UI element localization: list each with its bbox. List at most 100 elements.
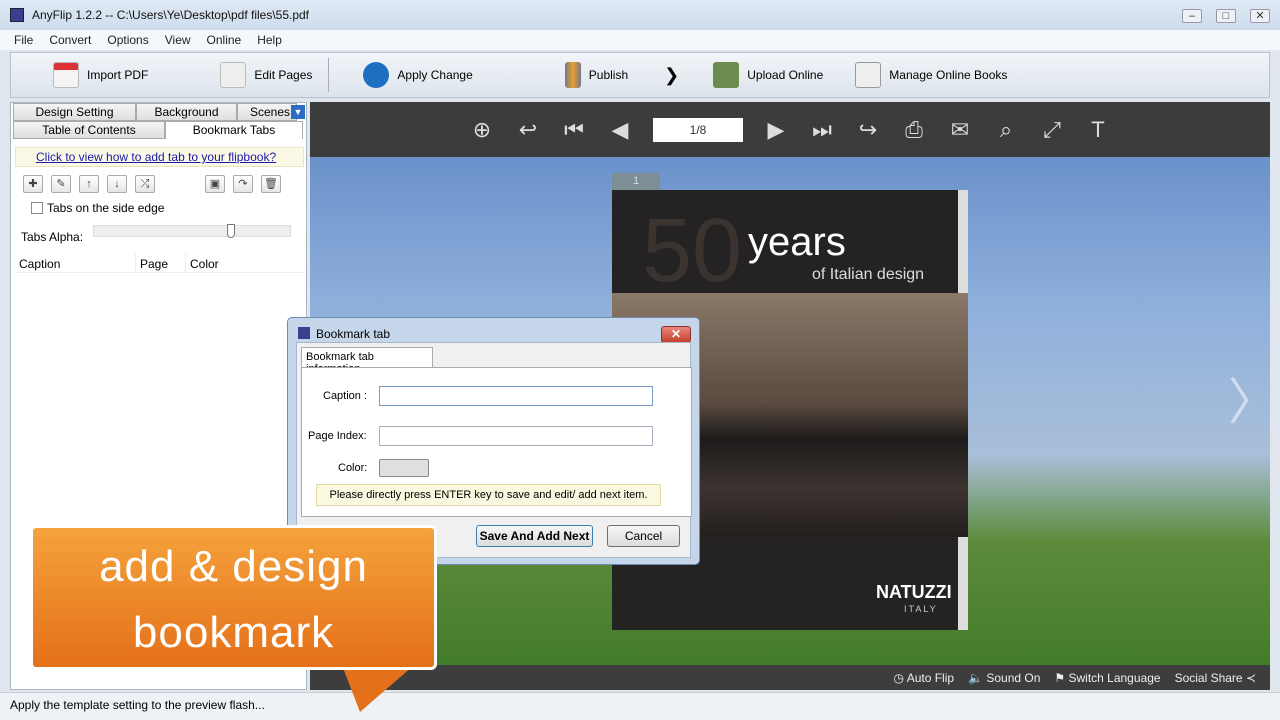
import-pdf-label: Import PDF [87, 68, 149, 82]
menu-online[interactable]: Online [207, 33, 242, 47]
divider [328, 58, 330, 92]
last-page-icon[interactable]: ⏭ [809, 117, 835, 143]
maximize-button[interactable]: □ [1216, 9, 1236, 23]
tab-design-setting[interactable]: Design Setting [13, 103, 136, 121]
pdf-icon [53, 62, 79, 88]
table-header: Caption Page Color [15, 253, 304, 273]
window-title: AnyFlip 1.2.2 -- C:\Users\Ye\Desktop\pdf… [32, 8, 310, 22]
close-button[interactable]: ✕ [1250, 9, 1270, 23]
publish-button[interactable]: Publish [549, 53, 644, 97]
dialog-app-icon [298, 327, 310, 339]
tabs-alpha-label: Tabs Alpha: [21, 230, 84, 244]
preview-bottom-bar: ◷ Auto Flip 🔈 Sound On ⚑ Switch Language… [310, 665, 1270, 690]
menu-view[interactable]: View [165, 33, 191, 47]
bookmark-page-tab[interactable]: 1 [612, 173, 660, 190]
email-icon[interactable]: ✉ [947, 117, 973, 143]
move-down-icon[interactable]: ↓ [107, 175, 127, 193]
tab-background[interactable]: Background [136, 103, 237, 121]
color-picker[interactable] [379, 459, 429, 477]
menu-options[interactable]: Options [107, 33, 148, 47]
dropdown-arrow-icon[interactable]: ▼ [291, 105, 305, 119]
manage-online-books-button[interactable]: Manage Online Books [839, 53, 1023, 97]
prev-page-icon[interactable]: ◀ [607, 117, 633, 143]
chevron-right-icon[interactable]: ❯ [664, 65, 679, 86]
text-icon[interactable]: T [1085, 117, 1111, 143]
delete-icon[interactable]: 🗑 [261, 175, 281, 193]
book-subhead: of Italian design [812, 266, 925, 283]
menu-bar: File Convert Options View Online Help [0, 30, 1280, 50]
slider-thumb[interactable] [227, 224, 235, 238]
status-bar: Apply the template setting to the previe… [0, 692, 1280, 720]
help-link[interactable]: Click to view how to add tab to your fli… [36, 150, 276, 164]
cancel-button[interactable]: Cancel [607, 525, 680, 547]
tab-bookmark-info[interactable]: Bookmark tab information [301, 347, 433, 375]
social-share-button[interactable]: Social Share ≺ [1175, 671, 1256, 685]
book-headline: years [748, 220, 846, 264]
tab-scenes[interactable]: Scenes [237, 103, 297, 121]
page-indicator[interactable]: 1/8 [653, 117, 743, 142]
menu-help[interactable]: Help [257, 33, 282, 47]
dialog-close-button[interactable]: ✕ [661, 326, 691, 343]
edit-pages-button[interactable]: Edit Pages [204, 53, 328, 97]
back-icon[interactable]: ↩ [515, 117, 541, 143]
apply-change-button[interactable]: Apply Change [347, 53, 488, 97]
publish-label: Publish [588, 68, 629, 82]
publish-icon [564, 62, 581, 88]
redo-icon[interactable]: ↷ [233, 175, 253, 193]
page-index-label: Page Index: [308, 430, 367, 442]
minimize-button[interactable]: – [1182, 9, 1202, 23]
switch-language-button[interactable]: ⚑ Switch Language [1054, 671, 1160, 685]
add-icon[interactable]: ✚ [23, 175, 43, 193]
edit-pages-label: Edit Pages [254, 68, 313, 82]
menu-convert[interactable]: Convert [49, 33, 91, 47]
upload-online-label: Upload Online [747, 68, 824, 82]
side-edge-checkbox[interactable] [31, 202, 43, 214]
book-brand-sub: ITALY [904, 604, 938, 614]
refresh-icon [363, 62, 390, 88]
upload-online-button[interactable]: Upload Online [697, 53, 839, 97]
apply-change-label: Apply Change [397, 68, 473, 82]
callout-line-2: bookmark [132, 608, 335, 657]
title-bar: AnyFlip 1.2.2 -- C:\Users\Ye\Desktop\pdf… [0, 0, 1280, 30]
move-up-icon[interactable]: ↑ [79, 175, 99, 193]
zoom-in-icon[interactable]: ⊕ [469, 117, 495, 143]
import-pdf-button[interactable]: Import PDF [11, 53, 164, 97]
auto-flip-button[interactable]: ◷ Auto Flip [894, 671, 955, 685]
sound-on-button[interactable]: 🔈 Sound On [968, 671, 1040, 685]
save-and-add-next-button[interactable]: Save And Add Next [476, 525, 593, 547]
column-color[interactable]: Color [185, 253, 235, 272]
toolbar: Import PDF Edit Pages Apply Change Publi… [10, 52, 1270, 98]
note-text: Please directly press ENTER key to save … [316, 484, 661, 506]
preview-toolbar: ⊕ ↩ ⏮ ◀ 1/8 ▶ ⏭ ↪ ⎙ ✉ ⌕ ⤢ T [310, 102, 1270, 157]
fullscreen-icon[interactable]: ⤢ [1039, 117, 1065, 143]
next-page-icon[interactable]: ▶ [763, 117, 789, 143]
forward-icon[interactable]: ↪ [855, 117, 881, 143]
edit-icon[interactable]: ✎ [51, 175, 71, 193]
search-icon[interactable]: ⌕ [993, 117, 1019, 143]
tabs-alpha-slider[interactable] [93, 224, 291, 238]
hint-bar: Click to view how to add tab to your fli… [15, 147, 304, 167]
callout-line-1: add & design [99, 542, 368, 591]
manage-online-books-label: Manage Online Books [889, 68, 1008, 82]
side-edge-label: Tabs on the side edge [47, 201, 165, 215]
wrench-icon [855, 62, 882, 88]
save-icon[interactable]: ▣ [205, 175, 225, 193]
print-icon[interactable]: ⎙ [901, 117, 927, 143]
first-page-icon[interactable]: ⏮ [561, 117, 587, 143]
next-page-arrow-icon[interactable]: 〉 [1228, 362, 1270, 434]
caption-label: Caption : [323, 390, 368, 402]
tutorial-callout: add & design bookmark [30, 525, 437, 670]
upload-icon [713, 62, 740, 88]
color-label: Color: [338, 462, 368, 474]
menu-file[interactable]: File [14, 33, 33, 47]
tab-bookmark-tabs[interactable]: Bookmark Tabs [165, 121, 303, 139]
column-caption[interactable]: Caption [15, 253, 135, 272]
book-big-number: 50 [642, 201, 743, 301]
page-index-input[interactable] [379, 426, 653, 446]
caption-input[interactable] [379, 386, 653, 406]
app-icon [10, 8, 24, 22]
edit-pages-icon [220, 62, 247, 88]
shuffle-icon[interactable]: ⤮ [135, 175, 155, 193]
column-page[interactable]: Page [135, 253, 185, 272]
tab-table-of-contents[interactable]: Table of Contents [13, 121, 165, 139]
